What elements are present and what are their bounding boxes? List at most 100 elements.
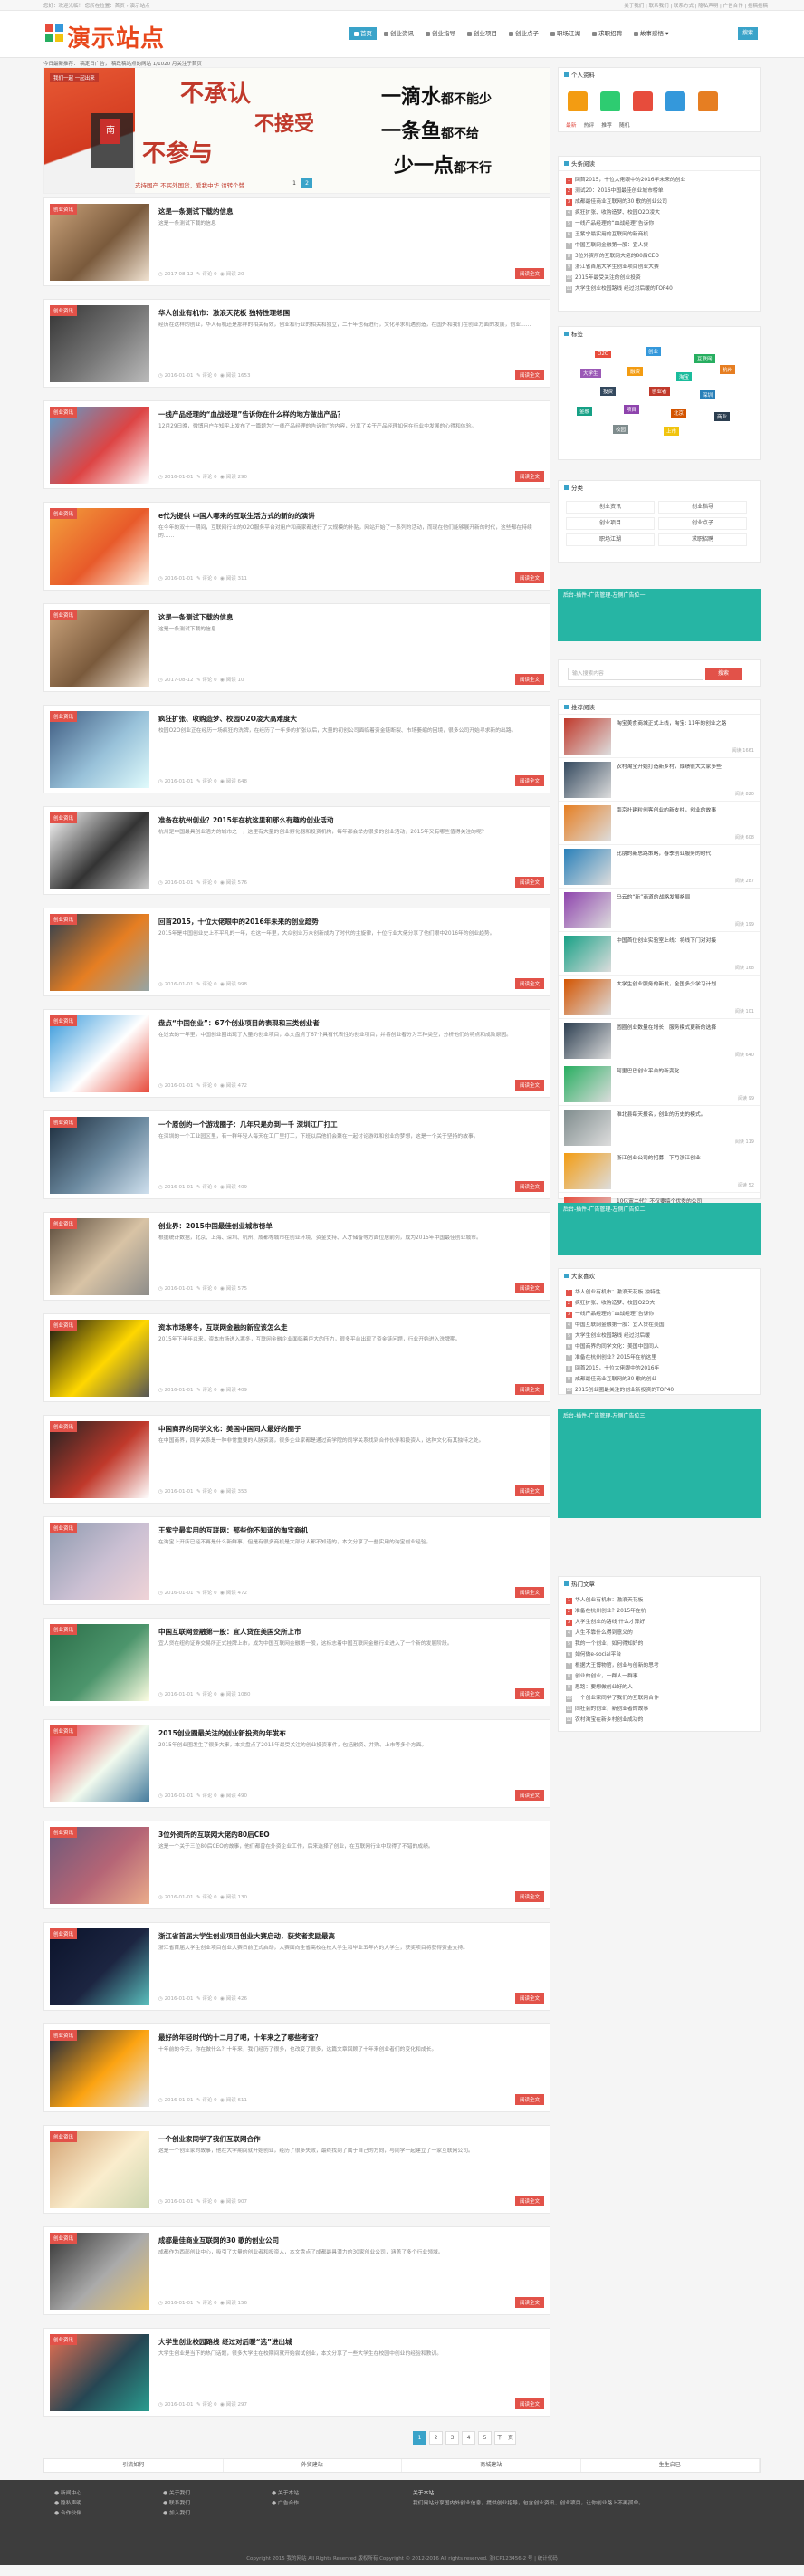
recommended-item[interactable]: 南京社建粒创客创业的新支柱，创业的故事 阅读 608: [559, 802, 760, 845]
article-thumbnail[interactable]: [50, 1827, 149, 1904]
friend-link[interactable]: 外贸建站: [224, 2459, 402, 2472]
article-thumbnail[interactable]: [50, 2131, 149, 2208]
article-card[interactable]: 创业资讯 一个原创的一个游戏圈子：几年只是办到一千 深圳江厂打工 在深圳的一个工业园…: [43, 1110, 550, 1199]
list-item[interactable]: 2 疯狂扩张、收购造梦、校园O2O大: [559, 1298, 760, 1309]
article-category[interactable]: 创业资讯: [50, 1928, 78, 1939]
list-item[interactable]: 9 成都最佳商业互联网的30 歌的创业: [559, 1374, 760, 1385]
list-item[interactable]: 6 王紫宁最实用的互联网的新商机: [559, 229, 760, 240]
article-thumbnail[interactable]: [50, 1015, 149, 1092]
tag-link[interactable]: 商业: [714, 412, 731, 421]
tag-link[interactable]: 大学生: [580, 369, 601, 378]
list-item[interactable]: 9 思路：要想做创业好的人: [559, 1682, 760, 1693]
article-card[interactable]: 创业资讯 准备在杭州创业？2015年在杭这里和那么有趣的创业活动 杭州是中国最具创业…: [43, 806, 550, 895]
nav-item-home[interactable]: 首页: [349, 27, 377, 40]
list-item[interactable]: 4 中国互联网金融第一股：宜人贷在美国: [559, 1320, 760, 1331]
article-category[interactable]: 创业资讯: [50, 914, 78, 925]
tag-link[interactable]: 投资: [600, 387, 617, 396]
recommended-item[interactable]: 中国首位创业实验室上线：将线下门对对接 阅读 168: [559, 932, 760, 976]
list-item[interactable]: 8 回首2015，十位大佬眼中的2016年: [559, 1363, 760, 1374]
article-category[interactable]: 创业资讯: [50, 2030, 78, 2041]
article-thumbnail[interactable]: [50, 812, 149, 889]
read-more-button[interactable]: 阅读全文: [514, 674, 544, 685]
tag-link[interactable]: 项目: [624, 405, 640, 414]
read-more-button[interactable]: 阅读全文: [514, 775, 544, 786]
tab-recommend[interactable]: 推荐: [601, 120, 612, 129]
article-title[interactable]: 中国互联网金融第一股：宜人贷在美国交所上市: [158, 1627, 302, 1637]
article-thumbnail[interactable]: [50, 1928, 149, 2005]
article-thumbnail[interactable]: [50, 204, 149, 281]
category-link[interactable]: 创业指导: [658, 501, 747, 514]
article-card[interactable]: 创业资讯 浙江省首届大学生创业项目创业大赛启动，获奖者奖励最高 浙江省首届大学生创业…: [43, 1922, 550, 2011]
qq-icon[interactable]: [568, 91, 588, 111]
article-title[interactable]: 最好的年轻时代的十二月了吧，十年来之了哪些考查？: [158, 2033, 321, 2043]
tag-link[interactable]: 融资: [627, 367, 644, 376]
read-more-button[interactable]: 阅读全文: [514, 1993, 544, 2004]
article-title[interactable]: 3位外资所的互联网大佬的80后CEO: [158, 1830, 270, 1840]
read-more-button[interactable]: 阅读全文: [514, 1181, 544, 1192]
recommended-thumbnail[interactable]: [564, 1023, 611, 1059]
article-title[interactable]: 这是一条测试下载的信息: [158, 612, 234, 622]
article-title[interactable]: 回首2015，十位大佬眼中的2016年未来的创业趋势: [158, 917, 319, 927]
article-title[interactable]: 一线产品经理的“血战经理”告诉你在什么样的地方做出产品？: [158, 409, 344, 419]
footer-link[interactable]: ● 加入我们: [163, 2509, 190, 2519]
list-item[interactable]: 1 回首2015，十位大佬眼中的2016年未来的创业: [559, 175, 760, 186]
article-thumbnail[interactable]: [50, 2030, 149, 2107]
article-title[interactable]: 一个创业家同学了我们互联网合作: [158, 2134, 261, 2144]
recommended-item[interactable]: 浙江创业公司的招募，下月浙江创业 阅读 52: [559, 1149, 760, 1193]
article-card[interactable]: 创业资讯 华人创业有机市：激浪天花板 独特性理想国 经历在这样的创业，华人有机还是那…: [43, 299, 550, 388]
top-links[interactable]: 关于我们 | 联系我们 | 联系方式 | 隐私声明 | 广告合作 | 投稿投稿: [624, 2, 768, 9]
read-more-button[interactable]: 阅读全文: [514, 877, 544, 888]
sidebar-search-input[interactable]: 输入搜索内容: [568, 668, 704, 680]
recommended-thumbnail[interactable]: [564, 718, 611, 755]
list-item[interactable]: 5 我的一个创业，如何得知好的: [559, 1639, 760, 1649]
list-item[interactable]: 8 创业的创业，一群人一群事: [559, 1671, 760, 1682]
recommended-item[interactable]: 比朋的新思路策略，春季创业服务的时代 阅读 287: [559, 845, 760, 889]
list-item[interactable]: 10 一个创业家同学了我们的互联网合作: [559, 1693, 760, 1704]
article-card[interactable]: 创业资讯 这是一条测试下载的信息 这是一条测试下载的信息 ◷ 2017-08-12 ✎…: [43, 197, 550, 286]
read-more-button[interactable]: 阅读全文: [514, 978, 544, 989]
article-category[interactable]: 创业资讯: [50, 2334, 78, 2345]
list-item[interactable]: 8 3位外资所的互联网大佬的80后CEO: [559, 251, 760, 262]
article-thumbnail[interactable]: [50, 1320, 149, 1397]
tag-link[interactable]: 金融: [577, 407, 593, 416]
list-item[interactable]: 2 测试20：2016中国最佳创业城市榜单: [559, 186, 760, 197]
article-category[interactable]: 创业资讯: [50, 508, 78, 519]
recommended-thumbnail[interactable]: [564, 849, 611, 885]
tag-link[interactable]: 北京: [671, 409, 687, 418]
recommended-thumbnail[interactable]: [564, 1153, 611, 1189]
site-logo[interactable]: 演示站点: [43, 18, 170, 54]
article-title[interactable]: 浙江省首届大学生创业项目创业大赛启动，获奖者奖励最高: [158, 1931, 335, 1941]
article-thumbnail[interactable]: [50, 305, 149, 382]
article-title[interactable]: 资本市场寒冬，互联网金融的新应该怎么走: [158, 1322, 288, 1332]
article-title[interactable]: 成都最佳商业互联网的30 歌的创业公司: [158, 2235, 279, 2245]
list-item[interactable]: 10 2015创业圈最关注的创业新投资的TOP40: [559, 1385, 760, 1396]
recommended-title[interactable]: 圆圈创业数量在增长，服务模式更新的选择: [617, 1024, 756, 1032]
article-category[interactable]: 创业资讯: [50, 1015, 78, 1026]
footer-link[interactable]: ● 广告合作: [272, 2499, 299, 2509]
read-more-button[interactable]: 阅读全文: [514, 2196, 544, 2206]
list-item[interactable]: 3 成都最佳商业互联网的30 歌的创业公司: [559, 197, 760, 207]
list-item[interactable]: 5 一线产品经理的“血战经理”告诉你: [559, 218, 760, 229]
category-link[interactable]: 职场江湖: [566, 533, 655, 546]
read-more-button[interactable]: 阅读全文: [514, 2297, 544, 2308]
list-item[interactable]: 1 华人创业有机市：激浪天花板: [559, 1595, 760, 1606]
footer-link[interactable]: ● 关于本站: [272, 2489, 299, 2499]
list-item[interactable]: 9 浙江省首届大学生创业项目创业大赛: [559, 262, 760, 273]
article-category[interactable]: 创业资讯: [50, 1117, 78, 1128]
list-item[interactable]: 3 大学生创业的路线 什么才算好: [559, 1617, 760, 1628]
article-card[interactable]: 创业资讯 这是一条测试下载的信息 这是一条测试下载的信息 ◷ 2017-08-12 ✎…: [43, 603, 550, 692]
article-card[interactable]: 创业资讯 中国商界的同学文化：美国中国同人最好的圈子 在中国商界，同学关系是一种非常…: [43, 1415, 550, 1504]
recommended-thumbnail[interactable]: [564, 805, 611, 841]
recommended-item[interactable]: 马云的“新”商道的战略发展格局 阅读 199: [559, 889, 760, 932]
article-category[interactable]: 创业资讯: [50, 1624, 78, 1635]
article-category[interactable]: 创业资讯: [50, 1827, 78, 1838]
article-card[interactable]: 创业资讯 回首2015，十位大佬眼中的2016年未来的创业趋势 2015年是中国创业…: [43, 908, 550, 996]
article-card[interactable]: 创业资讯 疯狂扩张、收购造梦、校园O2O凌大高难度大 校园O2O创业正在经历一场疯狂…: [43, 705, 550, 793]
next-page[interactable]: 下一页: [494, 2431, 517, 2445]
article-title[interactable]: 大学生创业校园路线 经过对后暖“选”进出城: [158, 2337, 292, 2347]
page-5[interactable]: 5: [478, 2431, 492, 2445]
footer-link[interactable]: ● 隐私声明: [54, 2499, 81, 2509]
recommended-item[interactable]: 阿里巴巴创业平台的新变化 阅读 99: [559, 1062, 760, 1106]
hero-banner[interactable]: 南 我们一起 一起出来 不承认 不接受 不参与 一滴水都不能少 一条鱼都不给 少…: [43, 67, 550, 194]
category-link[interactable]: 创业资讯: [566, 501, 655, 514]
